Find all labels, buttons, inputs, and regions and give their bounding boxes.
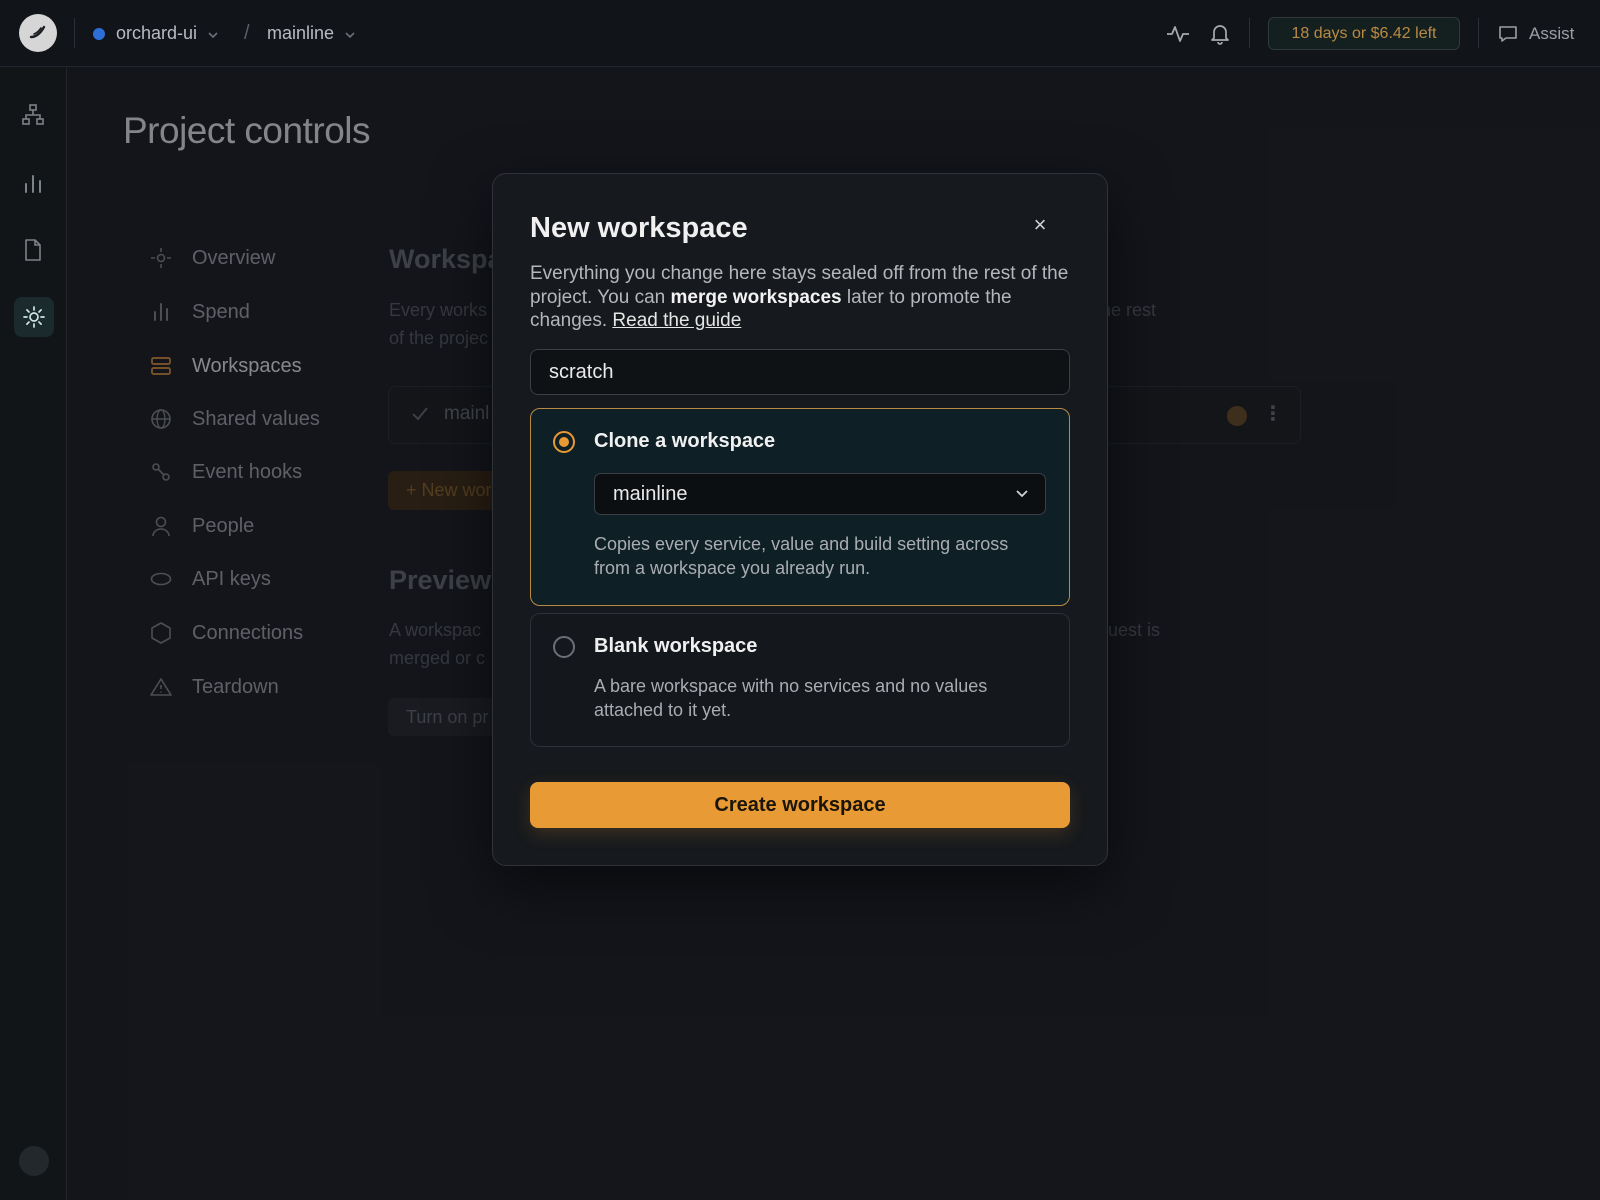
clone-radio[interactable]	[553, 431, 575, 453]
activity-icon[interactable]	[1166, 22, 1190, 46]
blank-workspace-option[interactable]: Blank workspace A bare workspace with no…	[530, 613, 1070, 747]
create-workspace-button[interactable]: Create workspace	[530, 782, 1070, 828]
option-title: Blank workspace	[594, 635, 758, 657]
option-description: A bare workspace with no services and no…	[594, 676, 988, 720]
option-title: Clone a workspace	[594, 430, 776, 452]
logo-icon	[29, 25, 46, 39]
trial-badge[interactable]: 18 days or $6.42 left	[1268, 17, 1460, 50]
read-guide-link[interactable]: Read the guide	[612, 310, 741, 331]
chat-bubble-icon	[1498, 25, 1518, 43]
branch-name: mainline	[267, 23, 335, 43]
option-description: Copies every service, value and build se…	[594, 534, 1009, 578]
assist-button[interactable]: Assist	[1498, 0, 1574, 67]
dialog-title: New workspace	[530, 212, 748, 244]
avatar[interactable]	[19, 1146, 49, 1176]
project-status-dot	[93, 27, 105, 40]
new-workspace-dialog: New workspace × Everything you change he…	[492, 173, 1108, 866]
branch-switcher[interactable]: mainline	[267, 0, 356, 67]
breadcrumb-separator: /	[244, 22, 250, 44]
divider	[1249, 18, 1250, 48]
selected-value: mainline	[613, 482, 688, 505]
chevron-down-icon	[344, 23, 356, 44]
desc-emphasis: merge workspaces	[670, 286, 842, 308]
divider	[74, 18, 75, 48]
project-switcher[interactable]: orchard-ui	[93, 0, 219, 67]
source-workspace-select[interactable]: mainline	[594, 473, 1046, 515]
bell-icon[interactable]	[1208, 22, 1232, 46]
project-name: orchard-ui	[116, 23, 198, 43]
settings-sun-icon[interactable]	[14, 297, 54, 337]
clone-workspace-option[interactable]: Clone a workspace mainline Copies every …	[530, 408, 1070, 606]
divider	[1478, 18, 1479, 48]
blank-radio[interactable]	[553, 636, 575, 658]
chart-icon[interactable]	[19, 169, 47, 197]
app-logo[interactable]	[19, 14, 57, 52]
topology-icon[interactable]	[19, 101, 47, 129]
top-bar: orchard-ui / mainline 18 days or $6.42 l…	[0, 0, 1600, 67]
chevron-down-icon	[207, 23, 219, 44]
close-icon[interactable]: ×	[1025, 210, 1055, 240]
dialog-description: Everything you change here stays sealed …	[530, 262, 1070, 333]
assist-label: Assist	[1529, 23, 1575, 43]
icon-rail	[0, 67, 67, 1200]
workspace-name-input[interactable]: scratch	[530, 349, 1070, 395]
chevron-down-icon	[1015, 486, 1029, 502]
document-icon[interactable]	[19, 236, 47, 264]
